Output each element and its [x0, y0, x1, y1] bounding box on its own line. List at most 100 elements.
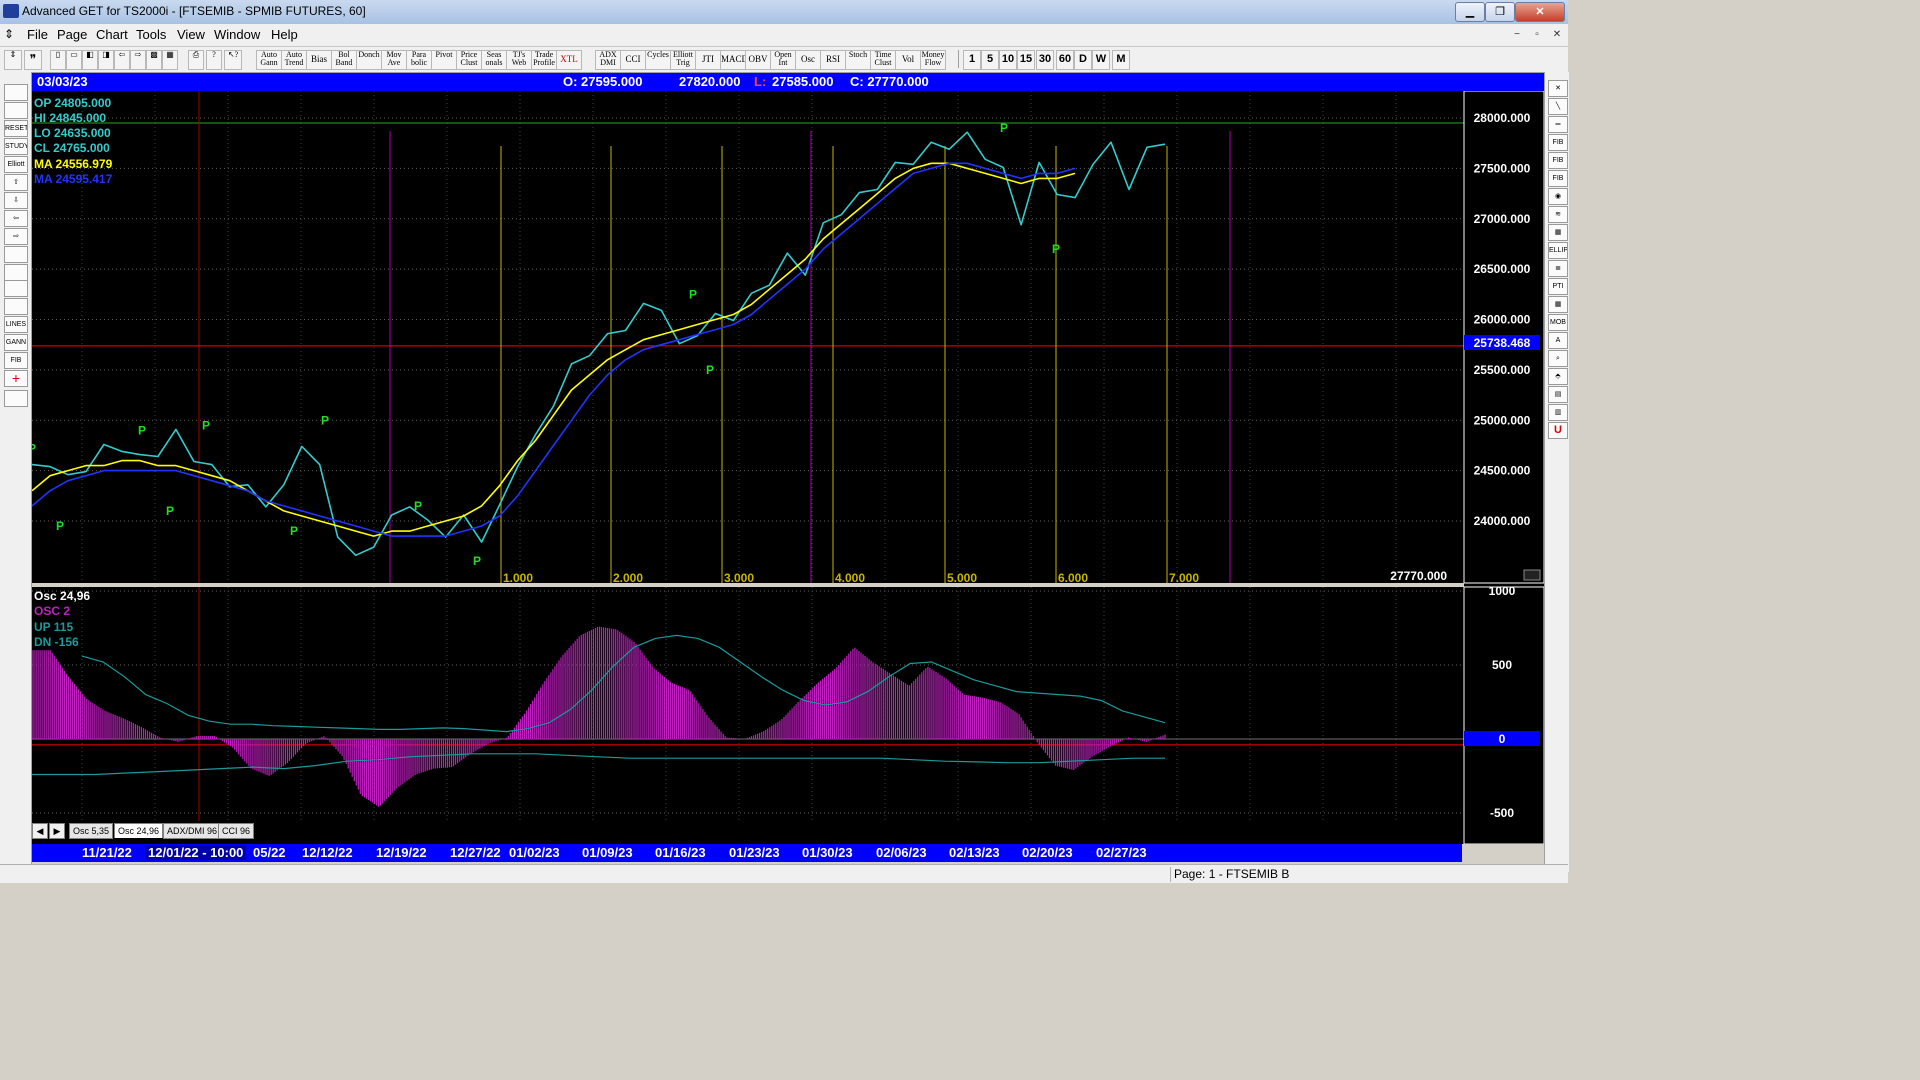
- study-auto-trend-button[interactable]: Auto Trend: [281, 50, 307, 70]
- menu-window[interactable]: Window: [214, 27, 260, 42]
- fib-time-button[interactable]: FIB TIME: [1548, 170, 1568, 187]
- study-auto-gann-button[interactable]: Auto Gann: [256, 50, 282, 70]
- pin-icon[interactable]: ⇕: [4, 50, 22, 70]
- interval-30-button[interactable]: 30: [1036, 50, 1054, 70]
- study-osc-button[interactable]: Osc: [795, 50, 821, 70]
- box-icon[interactable]: ▦: [1548, 224, 1568, 241]
- left-arrow-icon[interactable]: ⇦: [4, 210, 28, 227]
- study-macd-button[interactable]: MACD: [720, 50, 746, 70]
- grid-icon[interactable]: ▦: [1548, 296, 1568, 313]
- paint-icon[interactable]: ⬘: [1548, 368, 1568, 385]
- down-arrow-icon[interactable]: ⇩: [4, 192, 28, 209]
- fib-tool-button[interactable]: FIB: [4, 352, 28, 369]
- document-icon[interactable]: ⇕: [4, 27, 14, 41]
- menu-tools[interactable]: Tools: [136, 27, 166, 42]
- delete-tool-icon[interactable]: ✕: [1548, 80, 1568, 97]
- grid-tool-icon[interactable]: [4, 298, 28, 315]
- parallel-icon[interactable]: ≣: [1548, 260, 1568, 277]
- back-icon[interactable]: ⇦: [114, 50, 130, 70]
- mdi-restore-button[interactable]: ▫: [1528, 27, 1546, 42]
- chart-settings-icon[interactable]: [1523, 569, 1541, 581]
- study-open-int-button[interactable]: Open Int: [770, 50, 796, 70]
- help-icon[interactable]: ?: [206, 50, 222, 70]
- open-folder-icon[interactable]: [4, 84, 28, 101]
- next-page-icon[interactable]: ◨: [98, 50, 114, 70]
- tab-scroll-right-button[interactable]: ▶: [49, 823, 65, 839]
- mob-button[interactable]: MOB: [1548, 314, 1568, 331]
- mdi-minimize-button[interactable]: −: [1508, 27, 1526, 42]
- crosshair-icon[interactable]: +: [4, 370, 28, 387]
- tab-adx-dmi-96[interactable]: ADX/DMI 96: [163, 823, 222, 839]
- fib-extension-button[interactable]: FIB EXT: [1548, 152, 1568, 169]
- study-donch-button[interactable]: Donch: [356, 50, 382, 70]
- ellipse-button[interactable]: ELLIPS: [1548, 242, 1568, 259]
- chart-canvas[interactable]: 28000.000 27500.000 27000.000 26500.000 2600…: [28, 90, 1545, 845]
- interval-1-button[interactable]: 1: [963, 50, 981, 70]
- menu-view[interactable]: View: [177, 27, 205, 42]
- elliott-button[interactable]: Elliott: [4, 156, 28, 173]
- zoom-icon[interactable]: ⌕: [1548, 350, 1568, 367]
- study-cycles-button[interactable]: Cycles: [645, 50, 671, 70]
- magnet-icon[interactable]: U: [1548, 422, 1568, 439]
- study-time-clust-button[interactable]: Time Clust: [870, 50, 896, 70]
- channel-icon[interactable]: ═: [1548, 116, 1568, 133]
- trendline-icon[interactable]: ╲: [1548, 98, 1568, 115]
- interval-5-button[interactable]: 5: [981, 50, 999, 70]
- menu-chart[interactable]: Chart: [96, 27, 128, 42]
- table-icon[interactable]: ▥: [1548, 404, 1568, 421]
- study-jti-button[interactable]: JTI: [695, 50, 721, 70]
- tab-osc-5-35[interactable]: Osc 5,35: [69, 823, 114, 839]
- study-trade-profile-button[interactable]: Trade Profile: [531, 50, 557, 70]
- new-icon[interactable]: ▯: [50, 50, 66, 70]
- list-icon[interactable]: ▤: [1548, 386, 1568, 403]
- study-vol-button[interactable]: Vol: [895, 50, 921, 70]
- study-bias-button[interactable]: Bias: [306, 50, 332, 70]
- study-tj-s-web-button[interactable]: TJ's Web: [506, 50, 532, 70]
- study-elliott-trig-button[interactable]: Elliott Trig: [670, 50, 696, 70]
- prev-page-icon[interactable]: ◧: [82, 50, 98, 70]
- export-icon[interactable]: [4, 390, 28, 407]
- study-mov-ave-button[interactable]: Mov Ave: [381, 50, 407, 70]
- tab-osc-24-96[interactable]: Osc 24,96: [114, 823, 164, 838]
- context-help-icon[interactable]: ↖?: [224, 50, 242, 70]
- pti-button[interactable]: PTI: [1548, 278, 1568, 295]
- study-xtl-button[interactable]: XTL: [556, 50, 582, 70]
- compress-icon[interactable]: [4, 280, 28, 297]
- study-seas-onals-button[interactable]: Seas onals: [481, 50, 507, 70]
- right-arrow-icon[interactable]: ⇨: [4, 228, 28, 245]
- menu-help[interactable]: Help: [271, 27, 298, 42]
- interval-60-button[interactable]: 60: [1056, 50, 1074, 70]
- target-icon[interactable]: ◉: [1548, 188, 1568, 205]
- gann-tool-button[interactable]: GANN: [4, 334, 28, 351]
- minimize-button[interactable]: ▁: [1455, 2, 1485, 22]
- expand-icon[interactable]: [4, 264, 28, 281]
- study-bol-band-button[interactable]: Bol Band: [331, 50, 357, 70]
- bars-icon[interactable]: [4, 246, 28, 263]
- pane-separator[interactable]: [32, 583, 1464, 587]
- study-para-bolic-button[interactable]: Para bolic: [406, 50, 432, 70]
- study-obv-button[interactable]: OBV: [745, 50, 771, 70]
- tab-scroll-left-button[interactable]: ◀: [32, 823, 48, 839]
- reset-button[interactable]: RESET: [4, 120, 28, 137]
- study-rsi-button[interactable]: RSI: [820, 50, 846, 70]
- menu-page[interactable]: Page: [57, 27, 87, 42]
- mdi-close-button[interactable]: ✕: [1548, 27, 1566, 42]
- menu-file[interactable]: File: [27, 27, 48, 42]
- study-cci-button[interactable]: CCI: [620, 50, 646, 70]
- maximize-button[interactable]: ❐: [1485, 2, 1515, 22]
- interval-10-button[interactable]: 10: [999, 50, 1017, 70]
- study-stoch-button[interactable]: Stoch: [845, 50, 871, 70]
- waves-icon[interactable]: ≋: [1548, 206, 1568, 223]
- print-icon[interactable]: ⎙: [188, 50, 204, 70]
- date-axis[interactable]: 11/21/22 12/01/22 - 10:00 05/22 12/12/22…: [32, 844, 1462, 862]
- tab-cci-96[interactable]: CCI 96: [218, 823, 255, 839]
- interval-15-button[interactable]: 15: [1017, 50, 1035, 70]
- interval-w-button[interactable]: W: [1092, 50, 1110, 70]
- study-adx-dmi-button[interactable]: ADX DMI: [595, 50, 621, 70]
- fib-retracement-button[interactable]: FIB RET: [1548, 134, 1568, 151]
- grid-icon[interactable]: ▦: [162, 50, 178, 70]
- delete-icon[interactable]: ▩: [146, 50, 162, 70]
- forward-icon[interactable]: ⇨: [130, 50, 146, 70]
- study-price-clust-button[interactable]: Price Clust: [456, 50, 482, 70]
- lines-tool-button[interactable]: LINES: [4, 316, 28, 333]
